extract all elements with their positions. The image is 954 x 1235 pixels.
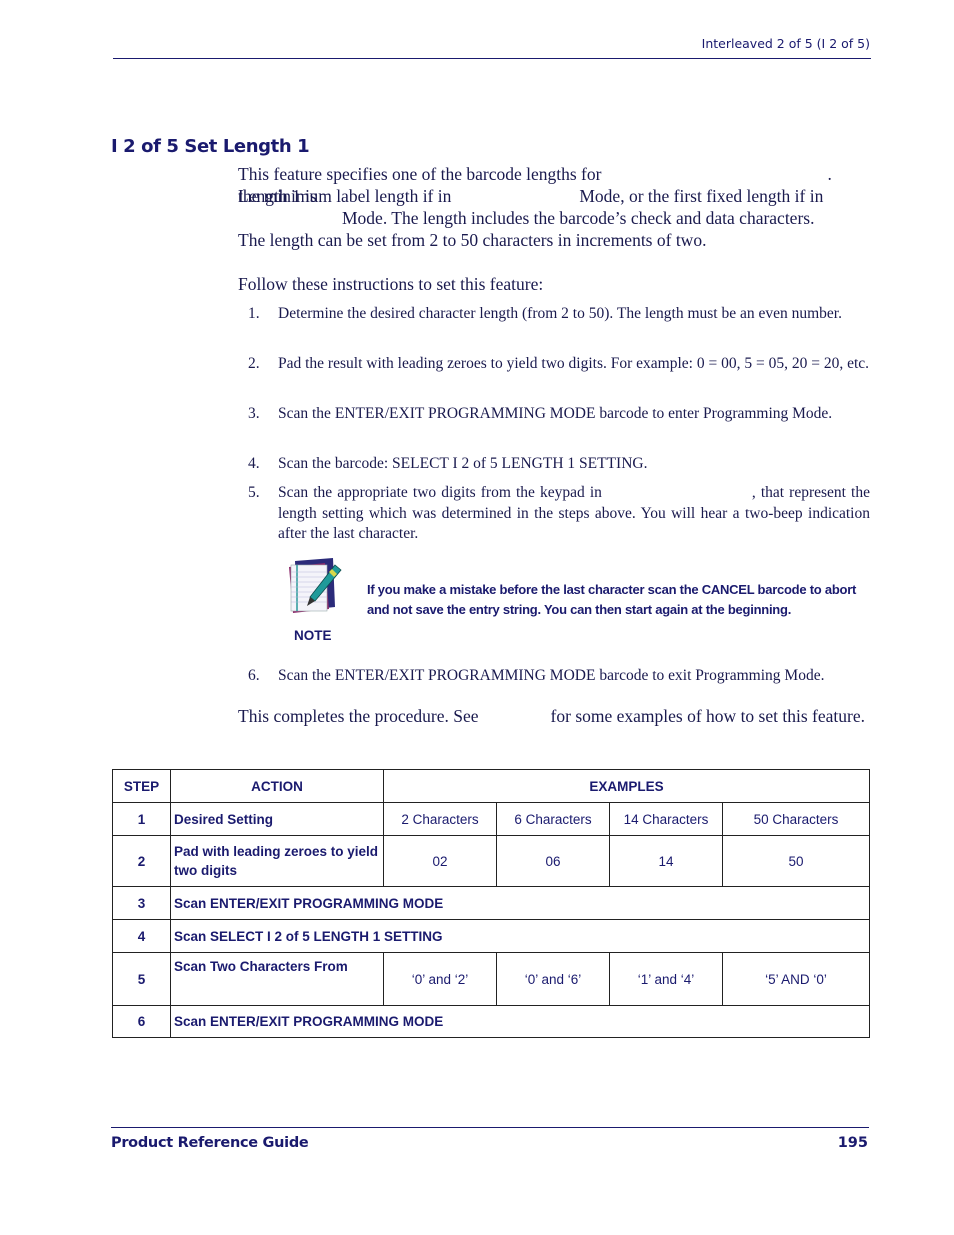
step-number: 3. [248, 405, 260, 422]
closing-text: for some examples of how to set this fea… [550, 706, 865, 726]
note-text: If you make a mistake before the last ch… [367, 582, 857, 617]
example-cell: 50 Characters [722, 802, 870, 836]
action-cell: Scan ENTER/EXIT PROGRAMMING MODE [170, 1005, 870, 1038]
example-cell: ‘0’ and ‘6’ [496, 952, 610, 1006]
step-number: 6. [248, 667, 260, 684]
step-number: 4. [248, 455, 260, 472]
action-cell: Scan SELECT I 2 of 5 LENGTH 1 SETTING [170, 919, 870, 953]
example-cell: 2 Characters [383, 802, 497, 836]
intro-line-3: Mode. The length includes the barcode’s … [342, 208, 815, 228]
example-cell: ‘0’ and ‘2’ [383, 952, 497, 1006]
intro-text: Mode, or the first fixed length if in [579, 186, 824, 206]
example-cell: 14 Characters [609, 802, 723, 836]
table-row: 5 Scan Two Characters From ‘0’ and ‘2’ ‘… [112, 952, 870, 1006]
instructions-lead: Follow these instructions to set this fe… [238, 274, 544, 294]
table-row: 2 Pad with leading zeroes to yield two d… [112, 835, 870, 887]
step-text-part: Scan the appropriate two digits from the… [278, 484, 602, 501]
running-header: Interleaved 2 of 5 (I 2 of 5) [701, 36, 870, 51]
action-cell: Scan ENTER/EXIT PROGRAMMING MODE [170, 886, 870, 920]
example-cell: ‘1’ and ‘4’ [609, 952, 723, 1006]
example-cell: 06 [496, 835, 610, 887]
notepad-pen-icon [289, 558, 342, 613]
step-number: 1. [248, 305, 260, 322]
step-cell: 2 [112, 835, 171, 887]
table-row: 1 Desired Setting 2 Characters 6 Charact… [112, 802, 870, 836]
step-cell: 6 [112, 1005, 171, 1038]
step-number: 2. [248, 355, 260, 372]
step-text: Scan the barcode: SELECT I 2 of 5 LENGTH… [278, 455, 648, 472]
step-cell: 3 [112, 886, 171, 920]
intro-line-2: the minimum label length if in Mode, or t… [238, 185, 870, 207]
example-cell: 14 [609, 835, 723, 887]
page-number: 195 [837, 1135, 868, 1151]
step-text: Scan the ENTER/EXIT PROGRAMMING MODE bar… [278, 667, 825, 684]
action-cell: Desired Setting [170, 802, 384, 836]
step-number: 5. [248, 484, 260, 501]
example-cell: 6 Characters [496, 802, 610, 836]
intro-text: This feature specifies one of the barcod… [238, 164, 602, 184]
table-row: 6 Scan ENTER/EXIT PROGRAMMING MODE [112, 1005, 870, 1038]
examples-table: STEP ACTION EXAMPLES 1 Desired Setting 2… [112, 769, 870, 1038]
closing-text: This completes the procedure. See [238, 706, 479, 726]
step-text: Scan the ENTER/EXIT PROGRAMMING MODE bar… [278, 405, 833, 422]
action-cell: Pad with leading zeroes to yield two dig… [170, 835, 384, 887]
action-cell: Scan Two Characters From [170, 952, 384, 1006]
intro-line-4: The length can be set from 2 to 50 chara… [238, 230, 707, 250]
header-divider [113, 58, 871, 59]
intro-text: the minimum label length if in [238, 186, 452, 206]
step-text: Scan the appropriate two digits from the… [278, 483, 870, 545]
table-row: 4 Scan SELECT I 2 of 5 LENGTH 1 SETTING [112, 919, 870, 953]
example-cell: 02 [383, 835, 497, 887]
footer-guide-title: Product Reference Guide [111, 1135, 309, 1151]
step-cell: 1 [112, 802, 171, 836]
step-text: Pad the result with leading zeroes to yi… [278, 355, 870, 372]
header-action: ACTION [170, 769, 384, 803]
section-title: I 2 of 5 Set Length 1 [111, 136, 310, 157]
header-step: STEP [112, 769, 171, 803]
note-label: NOTE [294, 628, 332, 643]
example-cell: ‘5’ AND ‘0’ [722, 952, 870, 1006]
header-examples: EXAMPLES [383, 769, 870, 803]
step-cell: 4 [112, 919, 171, 953]
closing-paragraph: This completes the procedure. See for som… [238, 705, 870, 727]
table-row: 3 Scan ENTER/EXIT PROGRAMMING MODE [112, 886, 870, 920]
table-header-row: STEP ACTION EXAMPLES [112, 769, 870, 803]
footer-divider [111, 1127, 869, 1128]
example-cell: 50 [722, 835, 870, 887]
step-cell: 5 [112, 952, 171, 1006]
step-text: Determine the desired character length (… [278, 305, 842, 322]
